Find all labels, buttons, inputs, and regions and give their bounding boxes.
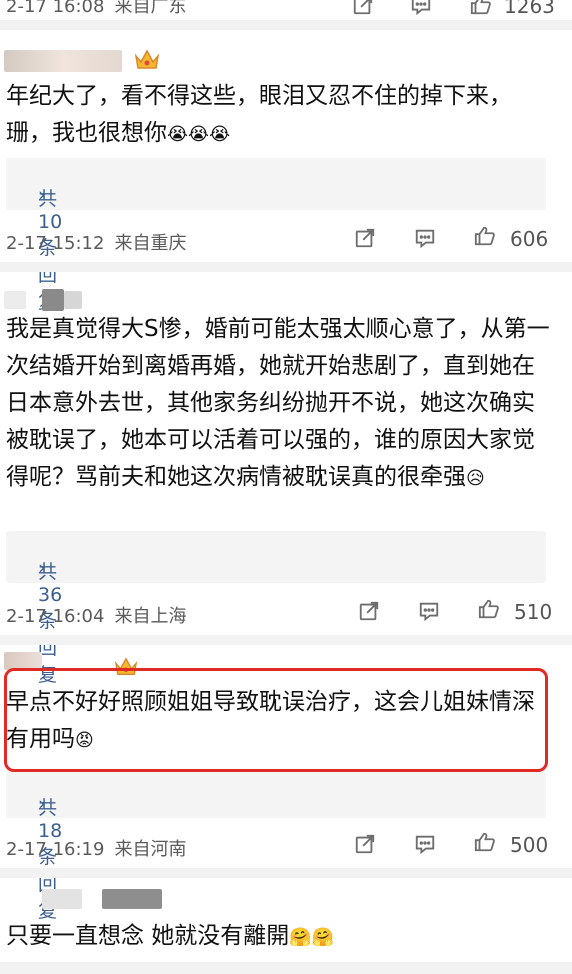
comment-location: 来自河南 (114, 839, 187, 860)
chevron-right-icon: › (38, 557, 46, 579)
like-icon[interactable] (478, 598, 500, 620)
comment-icon[interactable] (414, 833, 436, 855)
like-count: 606 (510, 227, 549, 251)
username-blurred[interactable] (102, 889, 162, 909)
comment-text: 只要一直想念 她就没有離開🤗🤗 (6, 923, 335, 949)
replies-button[interactable]: 共36条回复 › (6, 531, 546, 686)
comment-location: 来自上海 (114, 606, 187, 627)
like-count: 500 (510, 833, 549, 857)
share-icon[interactable] (358, 600, 380, 622)
comment-text: 我是真觉得大S惨，婚前可能太强太顺心意了，从第一次结婚开始到离婚再婚，她就开始悲… (6, 316, 550, 490)
like-icon[interactable] (474, 225, 496, 247)
comment-separator (0, 20, 572, 30)
comment-text: 年纪大了，看不得这些，眼泪又忍不住的掉下来，珊，我也很想你😭😭😭 (6, 83, 512, 146)
crown-badge-icon (134, 48, 160, 77)
comment-meta: 2-17 16:04 来自上海 (6, 602, 196, 628)
highlight-box (4, 668, 548, 772)
comment-separator (0, 962, 572, 974)
comment-meta: 2-17 15:12 来自重庆 (6, 229, 196, 255)
comment-separator (0, 868, 572, 878)
comment-separator (0, 262, 572, 272)
crying-emoji-icon: 😭😭😭 (167, 124, 231, 145)
share-icon[interactable] (352, 0, 374, 16)
comment-date: 2-17 16:08 (6, 0, 105, 17)
username-blurred[interactable] (4, 50, 122, 72)
comment-icon[interactable] (418, 600, 440, 622)
comment-meta: 2-17 16:08 来自广东 (6, 0, 196, 18)
like-count: 510 (514, 600, 553, 624)
comment-separator (0, 635, 572, 645)
comment-date: 2-17 16:04 (6, 606, 105, 627)
replies-button[interactable]: 共10条回复 › (6, 158, 546, 313)
like-icon[interactable] (474, 831, 496, 853)
comment-icon[interactable] (410, 0, 432, 16)
username-blurred[interactable] (42, 289, 64, 311)
avatar-blurred[interactable] (4, 291, 26, 309)
comment-date: 2-17 15:12 (6, 233, 105, 254)
comment-meta: 2-17 16:19 来自河南 (6, 835, 196, 861)
share-icon[interactable] (354, 227, 376, 249)
comment-location: 来自重庆 (114, 233, 187, 254)
chevron-right-icon: › (38, 793, 46, 815)
comment-location: 来自广东 (114, 0, 187, 17)
avatar-blurred[interactable] (42, 889, 82, 909)
sad-emoji-icon: 😥 (466, 468, 485, 489)
like-count: 1263 (504, 0, 555, 18)
comment-date: 2-17 16:19 (6, 839, 105, 860)
hug-emoji-icon: 🤗🤗 (289, 927, 335, 948)
like-icon[interactable] (470, 0, 492, 16)
comment-icon[interactable] (414, 227, 436, 249)
replies-button[interactable]: 共18条回复 › (6, 772, 546, 922)
username-blurred (64, 291, 82, 309)
chevron-right-icon: › (38, 184, 46, 206)
share-icon[interactable] (354, 833, 376, 855)
